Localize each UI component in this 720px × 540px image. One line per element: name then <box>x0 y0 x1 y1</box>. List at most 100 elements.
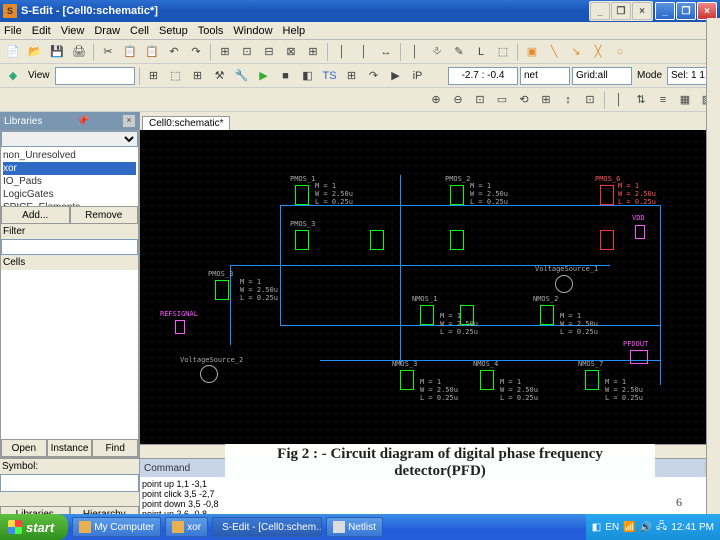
tray-volume-icon[interactable]: 🔊 <box>640 522 652 533</box>
schematic-canvas[interactable]: PMOS_1 PMOS_2 PMOS_6 PMOS_3 PMOS_3 NMOS_… <box>140 130 720 444</box>
pmos-device-selected[interactable] <box>600 230 614 250</box>
refsignal-port[interactable] <box>175 320 185 334</box>
zoom-out-icon[interactable]: ⊖ <box>448 90 468 110</box>
tool-icon[interactable]: ⊞ <box>188 66 208 86</box>
minimize-button[interactable]: _ <box>655 2 675 20</box>
new-icon[interactable]: 📄 <box>3 42 23 62</box>
nmos-device[interactable] <box>540 305 554 325</box>
panel-close-icon[interactable]: × <box>123 115 135 127</box>
nmos-device[interactable] <box>420 305 434 325</box>
taskbar-item[interactable]: My Computer <box>72 517 161 537</box>
tool-icon[interactable]: ⊞ <box>215 42 235 62</box>
tool-icon[interactable]: ⊞ <box>303 42 323 62</box>
ts-icon[interactable]: TS <box>320 66 340 86</box>
tool-icon[interactable]: ⊠ <box>281 42 301 62</box>
library-tree[interactable]: non_Unresolved xor IO_Pads LogicGates SP… <box>1 147 138 206</box>
ip-icon[interactable]: iP <box>408 66 428 86</box>
menu-edit[interactable]: Edit <box>32 25 51 37</box>
pmos-device[interactable] <box>295 185 309 205</box>
list-item[interactable]: non_Unresolved <box>3 149 136 162</box>
tool-icon[interactable]: 🔧 <box>232 66 252 86</box>
taskbar-item[interactable]: Netlist <box>326 517 383 537</box>
tray-icon[interactable]: ◧ <box>592 522 601 533</box>
zoom-in-icon[interactable]: ⊕ <box>426 90 446 110</box>
remove-button[interactable]: Remove <box>70 206 139 224</box>
find-button[interactable]: Find <box>92 439 138 457</box>
grid-field[interactable] <box>572 67 632 85</box>
pfdout-port[interactable] <box>630 350 648 364</box>
tool-icon[interactable]: ▦ <box>675 90 695 110</box>
draw-icon[interactable]: ⎀ <box>427 42 447 62</box>
tool-icon[interactable]: │ <box>332 42 352 62</box>
tool-icon[interactable]: ⊞ <box>536 90 556 110</box>
open-button[interactable]: Open <box>1 439 47 457</box>
tool-icon[interactable]: ▭ <box>492 90 512 110</box>
net-field[interactable] <box>520 67 570 85</box>
cells-list[interactable] <box>1 270 138 439</box>
tool-icon[interactable]: ⊡ <box>237 42 257 62</box>
view-icon[interactable]: ◆ <box>3 66 23 86</box>
tool-icon[interactable]: │ <box>609 90 629 110</box>
add-button[interactable]: Add... <box>1 206 70 224</box>
list-item-selected[interactable]: xor <box>3 162 136 175</box>
menu-help[interactable]: Help <box>283 25 306 37</box>
tray-icon[interactable]: 🖧 <box>656 519 667 536</box>
tool-icon[interactable]: ⊟ <box>259 42 279 62</box>
maximize-button[interactable]: ❐ <box>676 2 696 20</box>
tab-active[interactable]: Cell0:schematic* <box>142 116 230 130</box>
view-dropdown[interactable] <box>55 67 135 85</box>
menu-view[interactable]: View <box>61 25 85 37</box>
nmos-device[interactable] <box>585 370 599 390</box>
tool-icon[interactable]: ◧ <box>298 66 318 86</box>
taskbar-item-active[interactable]: S-Edit - [Cell0:schem… <box>212 517 322 537</box>
menu-setup[interactable]: Setup <box>159 25 188 37</box>
open-icon[interactable]: 📂 <box>25 42 45 62</box>
tool-icon[interactable]: ↷ <box>364 66 384 86</box>
vdd-port[interactable] <box>635 225 645 239</box>
tool-icon[interactable]: ⊞ <box>144 66 164 86</box>
wire-icon[interactable]: ╲ <box>544 42 564 62</box>
select-icon[interactable]: ▣ <box>522 42 542 62</box>
tool-icon[interactable]: ⊡ <box>580 90 600 110</box>
arrow-icon[interactable]: ↘ <box>566 42 586 62</box>
tool-icon[interactable]: ⊞ <box>342 66 362 86</box>
fit-icon[interactable]: ⊡ <box>470 90 490 110</box>
tray-lang-icon[interactable]: EN <box>605 522 619 533</box>
pmos-device[interactable] <box>450 185 464 205</box>
pmos-device[interactable] <box>295 230 309 250</box>
nmos-device[interactable] <box>400 370 414 390</box>
cut-icon[interactable]: ✂ <box>98 42 118 62</box>
redo-icon[interactable]: ↷ <box>186 42 206 62</box>
tool-icon[interactable]: ▶ <box>386 66 406 86</box>
paste-icon[interactable]: 📋 <box>142 42 162 62</box>
voltage-source[interactable] <box>555 275 573 293</box>
mdi-close-button[interactable]: × <box>632 2 652 20</box>
tool-icon[interactable]: │ <box>405 42 425 62</box>
tray-network-icon[interactable]: 📶 <box>623 522 635 533</box>
print-icon[interactable]: 🖨 <box>69 42 89 62</box>
nmos-device[interactable] <box>480 370 494 390</box>
menu-cell[interactable]: Cell <box>130 25 149 37</box>
library-dropdown[interactable] <box>1 131 138 147</box>
cross-icon[interactable]: ╳ <box>588 42 608 62</box>
run-icon[interactable]: ▶ <box>254 66 274 86</box>
menu-file[interactable]: File <box>4 25 22 37</box>
tool-icon[interactable]: ↔ <box>376 42 396 62</box>
taskbar-item[interactable]: xor <box>165 517 208 537</box>
vertical-scrollbar[interactable] <box>706 18 720 526</box>
mdi-restore-button[interactable]: ❐ <box>611 2 631 20</box>
menu-draw[interactable]: Draw <box>94 25 120 37</box>
tool-icon[interactable]: ↕ <box>558 90 578 110</box>
instance-button[interactable]: Instance <box>47 439 93 457</box>
menu-tools[interactable]: Tools <box>198 25 224 37</box>
rect-icon[interactable]: L <box>471 42 491 62</box>
ellipse-icon[interactable]: ○ <box>610 42 630 62</box>
voltage-source[interactable] <box>200 365 218 383</box>
tool-icon[interactable]: ⬚ <box>166 66 186 86</box>
filter-input[interactable] <box>1 239 138 255</box>
symbol-input[interactable] <box>0 474 139 492</box>
mdi-min-button[interactable]: _ <box>590 2 610 20</box>
menu-window[interactable]: Window <box>233 25 272 37</box>
pin-icon[interactable]: 📌 <box>76 116 88 127</box>
tool-icon[interactable]: ≡ <box>653 90 673 110</box>
